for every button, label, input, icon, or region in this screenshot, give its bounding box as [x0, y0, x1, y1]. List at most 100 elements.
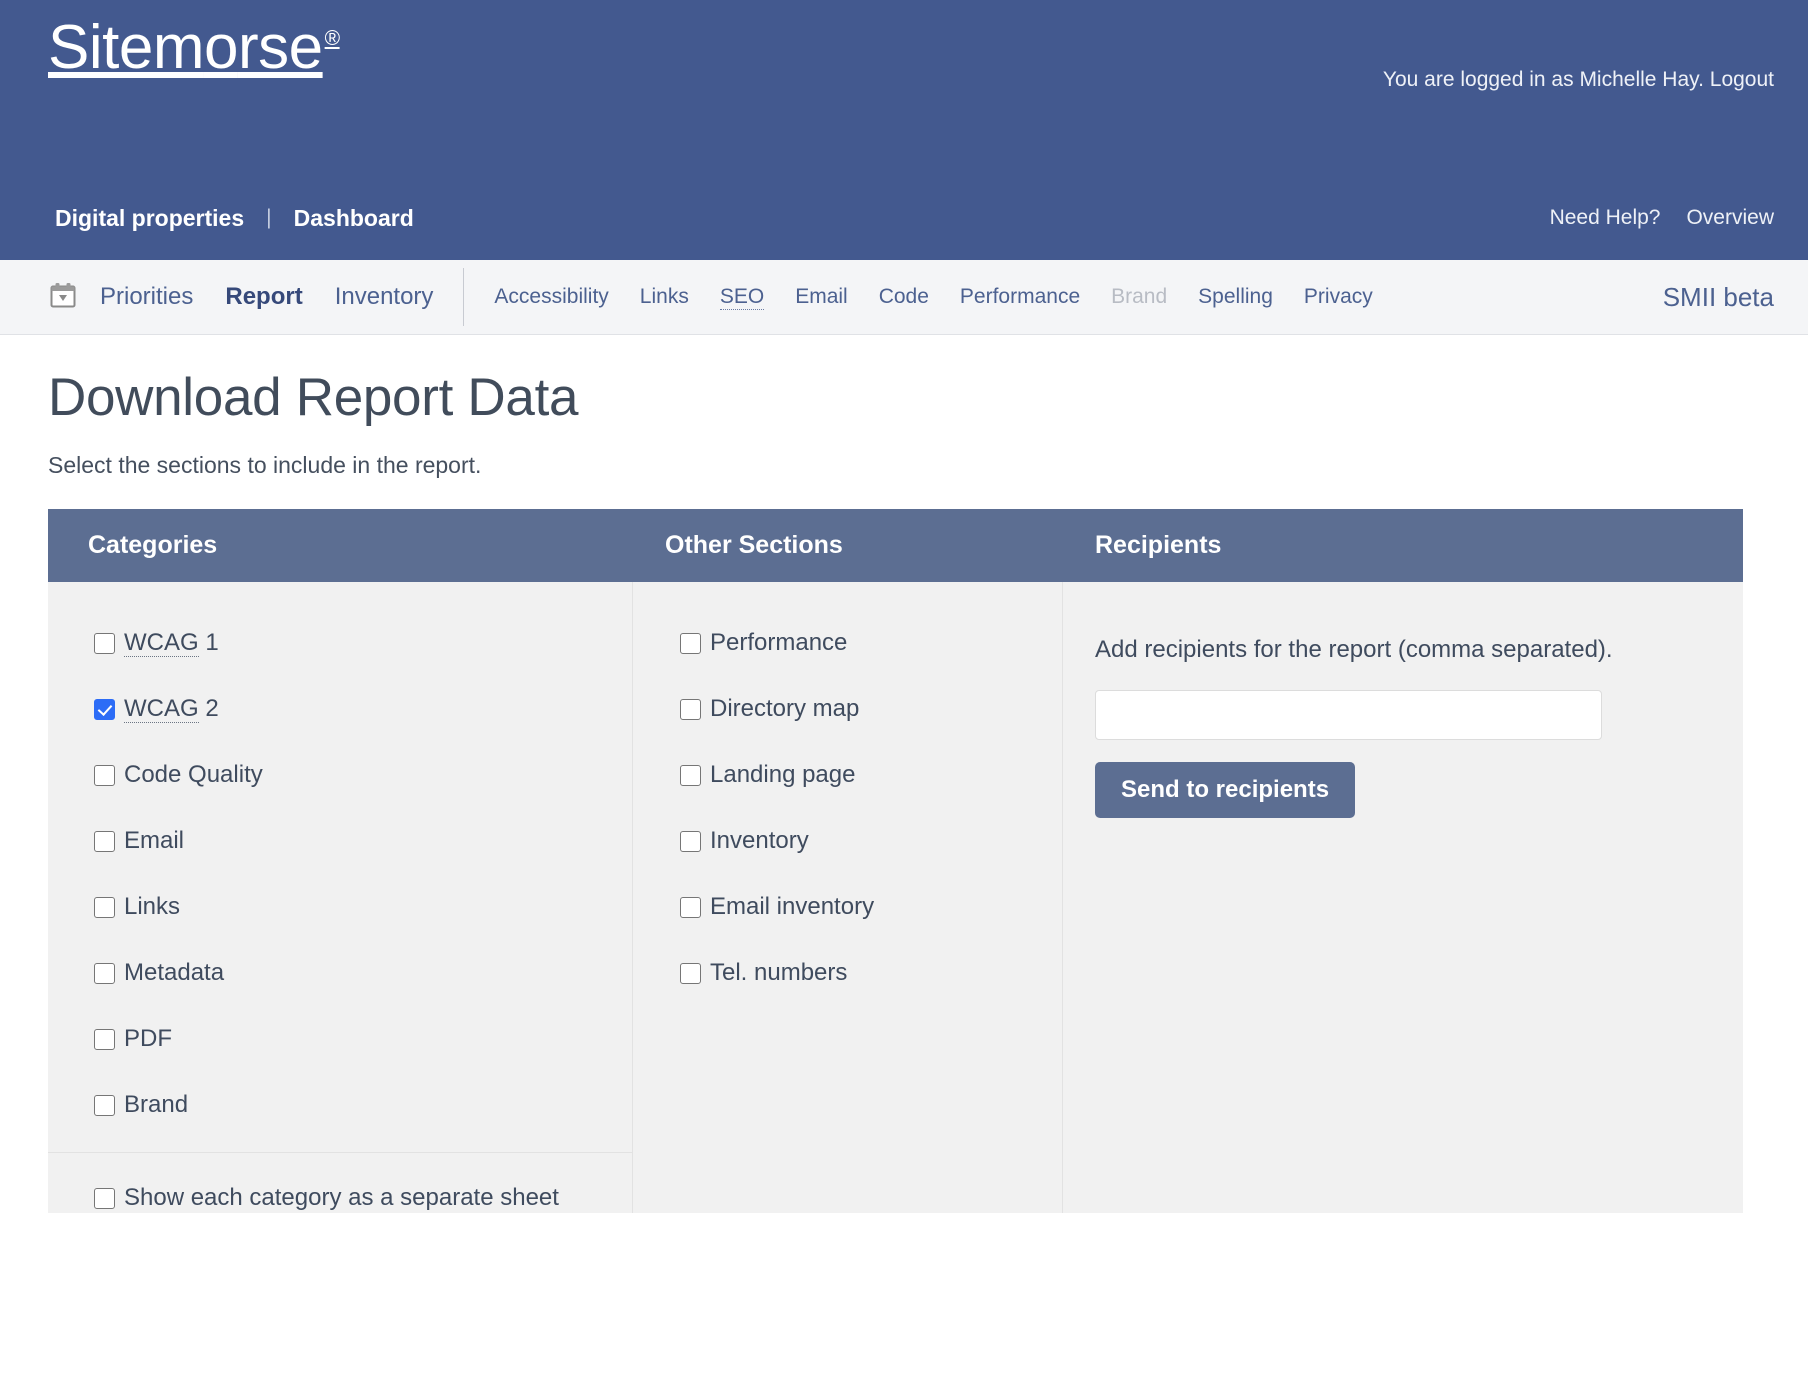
tab-seo[interactable]: SEO [719, 285, 765, 310]
nav-dashboard[interactable]: Dashboard [294, 205, 414, 232]
checkbox-label-wcag-2: WCAG 2 [124, 694, 219, 724]
checkbox-label-links: Links [124, 893, 181, 920]
abbr-wcag: WCAG [124, 629, 199, 657]
other-sections-column: Performance Directory map Landing page I… [633, 582, 1063, 1213]
checkbox-row-metadata[interactable]: Metadata [94, 958, 632, 988]
checkbox-label-directory-map: Directory map [710, 695, 860, 722]
tab-accessibility[interactable]: Accessibility [494, 285, 608, 309]
checkbox-pdf[interactable] [94, 1029, 115, 1050]
checkbox-row-code-quality[interactable]: Code Quality [94, 760, 632, 790]
checkbox-label-inventory: Inventory [710, 827, 809, 854]
sitemorse-logo[interactable]: Sitem o rse ® [48, 12, 340, 83]
checkbox-row-brand[interactable]: Brand [94, 1090, 632, 1120]
registered-trademark-icon: ® [324, 27, 340, 50]
checkbox-directory-map[interactable] [680, 699, 701, 720]
checkbox-email[interactable] [94, 831, 115, 852]
tab-inventory[interactable]: Inventory [335, 283, 434, 311]
tab-brand: Brand [1111, 285, 1168, 308]
checkbox-wcag-2[interactable] [94, 699, 115, 720]
checkbox-label-brand: Brand [124, 1091, 189, 1118]
tab-email[interactable]: Email [795, 285, 848, 309]
logo-slashed-o-icon: o [203, 13, 238, 82]
calendar-dropdown-icon[interactable] [48, 280, 78, 315]
checkbox-label-metadata: Metadata [124, 959, 225, 986]
logo-text-part1: Sitem [48, 13, 204, 82]
section-tabbar: Priorities Report Inventory Accessibilit… [0, 260, 1808, 335]
checkbox-row-inventory[interactable]: Inventory [680, 826, 1062, 856]
tab-priorities[interactable]: Priorities [100, 283, 193, 311]
categories-column: WCAG 1 WCAG 2 Code Quality Email Links M… [48, 582, 633, 1213]
checkbox-metadata[interactable] [94, 963, 115, 984]
checkbox-row-directory-map[interactable]: Directory map [680, 694, 1062, 724]
checkbox-label-separate-sheet: Show each category as a separate sheet [124, 1184, 559, 1211]
checkbox-tel-numbers[interactable] [680, 963, 701, 984]
checkbox-links[interactable] [94, 897, 115, 918]
checkbox-brand[interactable] [94, 1095, 115, 1116]
tab-smii-beta[interactable]: SMII beta [1663, 282, 1774, 313]
checkbox-row-tel-numbers[interactable]: Tel. numbers [680, 958, 1062, 988]
checkbox-label-code-quality: Code Quality [124, 761, 263, 788]
nav-overview[interactable]: Overview [1686, 206, 1774, 230]
page-title: Download Report Data [48, 368, 579, 427]
panel-header-row: Categories Other Sections Recipients [48, 509, 1743, 582]
nav-need-help[interactable]: Need Help? [1550, 206, 1661, 230]
checkbox-row-landing-page[interactable]: Landing page [680, 760, 1062, 790]
checkbox-row-pdf[interactable]: PDF [94, 1024, 632, 1054]
recipients-column: Add recipients for the report (comma sep… [1063, 582, 1743, 1213]
recipients-input[interactable] [1095, 690, 1602, 740]
tab-code[interactable]: Code [879, 285, 929, 309]
primary-nav-right: Need Help? Overview [1550, 206, 1774, 230]
checkbox-row-wcag-1[interactable]: WCAG 1 [94, 628, 632, 658]
checkbox-label-wcag-2-rest: 2 [198, 695, 219, 722]
checkbox-row-email-inventory[interactable]: Email inventory [680, 892, 1062, 922]
checkbox-row-email[interactable]: Email [94, 826, 632, 856]
checkbox-landing-page[interactable] [680, 765, 701, 786]
checkbox-label-email-inventory: Email inventory [710, 893, 875, 920]
send-to-recipients-button[interactable]: Send to recipients [1095, 762, 1356, 818]
nav-separator: | [266, 206, 272, 229]
checkbox-label-pdf: PDF [124, 1025, 172, 1052]
checkbox-separate-sheet[interactable] [94, 1188, 115, 1209]
checkbox-row-performance[interactable]: Performance [680, 628, 1062, 658]
report-sections-panel: Categories Other Sections Recipients WCA… [48, 509, 1743, 1213]
checkbox-performance[interactable] [680, 633, 701, 654]
logo-text-part2: rse [237, 13, 323, 82]
tab-privacy[interactable]: Privacy [1304, 285, 1373, 309]
tabgroup-primary: Priorities Report Inventory [100, 268, 465, 326]
tab-report[interactable]: Report [225, 283, 302, 311]
tab-performance[interactable]: Performance [960, 285, 1080, 309]
page-subtitle: Select the sections to include in the re… [48, 452, 482, 478]
session-status: You are logged in as Michelle Hay. Logou… [1383, 68, 1774, 92]
checkbox-row-links[interactable]: Links [94, 892, 632, 922]
page-content: Download Report Data Select the sections… [0, 367, 1808, 1213]
column-header-other-sections: Other Sections [665, 531, 843, 559]
masthead: Sitem o rse ® You are logged in as Michelle… [0, 0, 1808, 260]
tabgroup-secondary: Accessibility Links SEO Email Code Perfo… [464, 285, 1373, 310]
checkbox-row-wcag-2[interactable]: WCAG 2 [94, 694, 632, 724]
logout-link[interactable]: Logout [1710, 68, 1774, 91]
checkbox-label-email: Email [124, 827, 185, 854]
primary-nav-left: Digital properties | Dashboard [55, 205, 414, 232]
tab-spelling[interactable]: Spelling [1198, 285, 1273, 309]
other-sections-checklist: Performance Directory map Landing page I… [665, 628, 1062, 988]
panel-body: WCAG 1 WCAG 2 Code Quality Email Links M… [48, 582, 1743, 1213]
checkbox-label-wcag-1-rest: 1 [198, 629, 219, 656]
categories-checklist: WCAG 1 WCAG 2 Code Quality Email Links M… [48, 628, 632, 1120]
recipients-instruction: Add recipients for the report (comma sep… [1095, 636, 1613, 663]
primary-nav: Digital properties | Dashboard Need Help… [0, 190, 1808, 246]
nav-digital-properties[interactable]: Digital properties [55, 205, 244, 232]
checkbox-code-quality[interactable] [94, 765, 115, 786]
checkbox-email-inventory[interactable] [680, 897, 701, 918]
session-status-text: You are logged in as Michelle Hay. [1382, 68, 1710, 91]
abbr-wcag: WCAG [124, 695, 199, 723]
checkbox-wcag-1[interactable] [94, 633, 115, 654]
column-header-recipients: Recipients [1095, 531, 1222, 559]
checkbox-row-separate-sheet[interactable]: Show each category as a separate sheet [48, 1152, 632, 1213]
checkbox-inventory[interactable] [680, 831, 701, 852]
checkbox-label-tel-numbers: Tel. numbers [710, 959, 848, 986]
checkbox-label-performance: Performance [710, 629, 848, 656]
checkbox-label-wcag-1: WCAG 1 [124, 628, 219, 658]
column-header-categories: Categories [88, 531, 218, 559]
checkbox-label-landing-page: Landing page [710, 761, 856, 788]
tab-links[interactable]: Links [640, 285, 689, 309]
